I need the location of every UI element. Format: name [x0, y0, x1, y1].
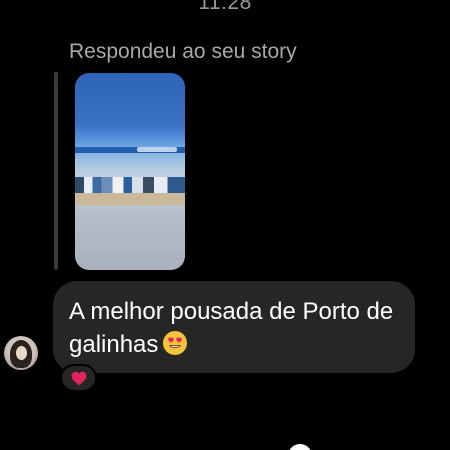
story-text-sticker [137, 147, 177, 152]
avatar-face [16, 346, 27, 360]
reply-quote-bar [54, 72, 58, 270]
message-bubble[interactable]: A melhor pousada de Porto de galinhas [53, 281, 415, 373]
story-sand [75, 193, 185, 205]
story-beach-tents [75, 177, 185, 193]
story-reply-caption: Respondeu ao seu story [69, 40, 297, 63]
message-reaction[interactable] [60, 364, 97, 392]
scroll-indicator [288, 444, 312, 450]
red-heart-icon [71, 371, 86, 385]
message-text: A melhor pousada de Porto de galinhas [69, 295, 399, 365]
chat-screen: 11:28 Respondeu ao seu story A melhor po… [0, 0, 450, 450]
sender-avatar[interactable] [4, 336, 38, 370]
message-timestamp: 11:28 [198, 0, 252, 14]
heart-eyes-emoji-icon [162, 330, 188, 365]
story-thumbnail[interactable] [75, 73, 185, 270]
